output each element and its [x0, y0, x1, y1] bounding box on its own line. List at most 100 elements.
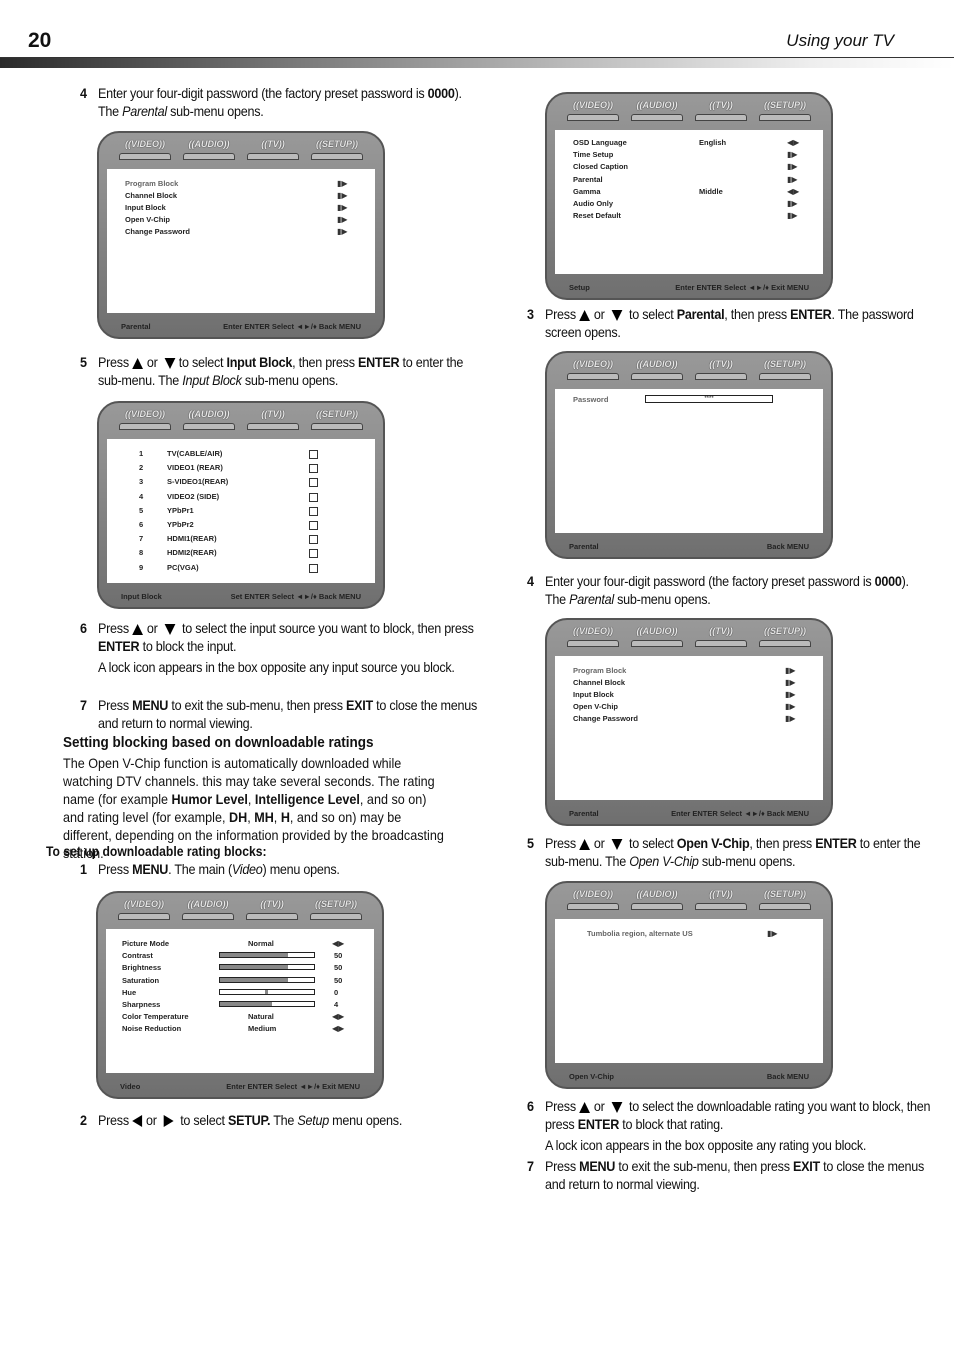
osd-tab-audio[interactable]: ((AUDIO)) — [181, 409, 237, 435]
osd-tab-setup[interactable]: ((SETUP)) — [757, 100, 813, 126]
osd-tab-tv[interactable]: ((TV)) — [693, 889, 749, 915]
menu-item[interactable]: Change Password — [573, 714, 638, 723]
osd-tab-audio[interactable]: ((AUDIO)) — [629, 359, 685, 385]
block-checkbox[interactable] — [309, 492, 318, 502]
menu-item[interactable]: Input Block — [573, 690, 614, 699]
step-7-right: 7 Press MENU to exit the sub-menu, then p… — [527, 1158, 925, 1192]
menu-item[interactable]: Channel Block — [125, 191, 177, 200]
menu-item[interactable]: Input Block — [125, 203, 166, 212]
setting-slider[interactable] — [219, 964, 315, 971]
section-heading: Setting blocking based on downloadable r… — [63, 734, 374, 751]
osd-tab-audio[interactable]: ((AUDIO)) — [181, 139, 237, 165]
menu-item[interactable]: Channel Block — [573, 678, 625, 687]
slider-fill — [220, 1002, 272, 1006]
osd-tab-label: ((VIDEO)) — [125, 409, 165, 419]
setting-slider[interactable] — [219, 1001, 315, 1007]
osd-tab-label: ((SETUP)) — [316, 139, 358, 149]
osd-tab-audio[interactable]: ((AUDIO)) — [629, 626, 685, 652]
osd-tab-audio[interactable]: ((AUDIO)) — [629, 100, 685, 126]
osd-tab-tv[interactable]: ((TV)) — [693, 359, 749, 385]
input-source-item[interactable]: TV(CABLE/AIR) — [167, 449, 222, 458]
setting-label[interactable]: Sharpness — [122, 1000, 160, 1009]
osd-tab-bar: ((VIDEO)) ((AUDIO)) ((TV)) ((SETUP)) — [565, 359, 813, 385]
osd-tab-tv[interactable]: ((TV)) — [693, 100, 749, 126]
block-checkbox[interactable] — [309, 535, 318, 545]
setting-slider[interactable] — [219, 952, 315, 959]
osd-tab-audio[interactable]: ((AUDIO)) — [180, 899, 236, 925]
setting-label[interactable]: Color Temperature — [122, 1012, 189, 1021]
osd-tab-video[interactable]: ((VIDEO)) — [117, 139, 173, 165]
password-input[interactable]: **** — [645, 395, 773, 403]
input-source-item[interactable]: VIDEO2 (SIDE) — [167, 492, 219, 501]
setting-label[interactable]: Closed Caption — [573, 162, 628, 171]
osd-tab-video[interactable]: ((VIDEO)) — [117, 409, 173, 435]
block-checkbox[interactable] — [309, 563, 318, 573]
input-source-item[interactable]: YPbPr2 — [167, 520, 194, 529]
section-title: Using your TV — [786, 31, 894, 50]
osd-tab-tv[interactable]: ((TV)) — [245, 409, 301, 435]
input-number: 6 — [139, 520, 144, 529]
osd-tab-tv[interactable]: ((TV)) — [245, 139, 301, 165]
block-checkbox[interactable] — [309, 549, 318, 559]
setting-value: English — [699, 138, 727, 147]
osd-tab-label: ((AUDIO)) — [187, 899, 229, 909]
input-source-item[interactable]: HDMI1(REAR) — [167, 534, 217, 543]
setting-label[interactable]: Contrast — [122, 951, 153, 960]
setting-label[interactable]: Hue — [122, 988, 136, 997]
rating-region-item[interactable]: Tumbolia region, alternate US — [587, 929, 693, 938]
osd-tab-setup[interactable]: ((SETUP)) — [757, 626, 813, 652]
submenu-arrow-icon: ▮▶ — [785, 714, 796, 723]
osd-tab-indicator — [311, 423, 363, 430]
osd-screen: Picture Mode Normal ◀▶ Contrast 50 Brightness… — [106, 929, 374, 1073]
osd-tab-label: ((SETUP)) — [764, 359, 806, 369]
setting-label[interactable]: Time Setup — [573, 150, 613, 159]
menu-item[interactable]: Open V-Chip — [125, 215, 170, 224]
osd-tab-video[interactable]: ((VIDEO)) — [565, 889, 621, 915]
osd-tab-video[interactable]: ((VIDEO)) — [565, 359, 621, 385]
osd-tab-setup[interactable]: ((SETUP)) — [757, 359, 813, 385]
setting-slider[interactable] — [219, 988, 315, 995]
osd-tab-label: ((VIDEO)) — [124, 899, 164, 909]
osd-tab-setup[interactable]: ((SETUP)) — [757, 889, 813, 915]
osd-tab-label: ((AUDIO)) — [188, 409, 230, 419]
setting-label[interactable]: Brightness — [122, 963, 161, 972]
osd-tab-setup[interactable]: ((SETUP)) — [309, 139, 365, 165]
submenu-arrow-icon: ▮▶ — [785, 690, 796, 699]
setting-label[interactable]: Parental — [573, 175, 603, 184]
osd-tab-video[interactable]: ((VIDEO)) — [565, 626, 621, 652]
osd-tab-tv[interactable]: ((TV)) — [693, 626, 749, 652]
setting-label[interactable]: Saturation — [122, 976, 159, 985]
osd-tab-audio[interactable]: ((AUDIO)) — [629, 889, 685, 915]
osd-tab-label: ((SETUP)) — [315, 899, 357, 909]
osd-tab-setup[interactable]: ((SETUP)) — [309, 409, 365, 435]
osd-tab-video[interactable]: ((VIDEO)) — [116, 899, 172, 925]
setting-label[interactable]: Gamma — [573, 187, 601, 196]
setting-label[interactable]: Audio Only — [573, 199, 613, 208]
setting-label[interactable]: OSD Language — [573, 138, 627, 147]
osd-tab-label: ((AUDIO)) — [636, 889, 678, 899]
osd-tab-setup[interactable]: ((SETUP)) — [308, 899, 364, 925]
block-checkbox[interactable] — [309, 521, 318, 530]
setting-label[interactable]: Reset Default — [573, 211, 621, 220]
setting-label[interactable]: Picture Mode — [122, 939, 169, 948]
osd-footer: Setup Enter ENTER Select ◄►/♦ Exit MENU — [569, 279, 809, 295]
step-5-right: 5 Press or to select Open V-Chip, then pre… — [527, 835, 921, 869]
menu-item[interactable]: Open V-Chip — [573, 702, 618, 711]
osd-tab-tv[interactable]: ((TV)) — [244, 899, 300, 925]
block-checkbox[interactable] — [309, 464, 318, 474]
block-checkbox[interactable] — [309, 506, 318, 516]
block-checkbox[interactable] — [309, 478, 318, 488]
osd-vchip-menu: ((VIDEO)) ((AUDIO)) ((TV)) ((SETUP)) Tumboli… — [545, 881, 833, 1089]
menu-item[interactable]: Program Block — [125, 179, 178, 188]
input-source-item[interactable]: VIDEO1 (REAR) — [167, 463, 223, 472]
block-checkbox[interactable] — [309, 450, 318, 459]
input-source-item[interactable]: HDMI2(REAR) — [167, 548, 217, 557]
menu-item[interactable]: Program Block — [573, 666, 626, 675]
input-source-item[interactable]: S-VIDEO1(REAR) — [167, 477, 228, 486]
setting-label[interactable]: Noise Reduction — [122, 1024, 181, 1033]
input-source-item[interactable]: YPbPr1 — [167, 506, 194, 515]
osd-tab-video[interactable]: ((VIDEO)) — [565, 100, 621, 126]
menu-item[interactable]: Change Password — [125, 227, 190, 236]
input-source-item[interactable]: PC(VGA) — [167, 563, 199, 572]
setting-slider[interactable] — [219, 976, 315, 983]
